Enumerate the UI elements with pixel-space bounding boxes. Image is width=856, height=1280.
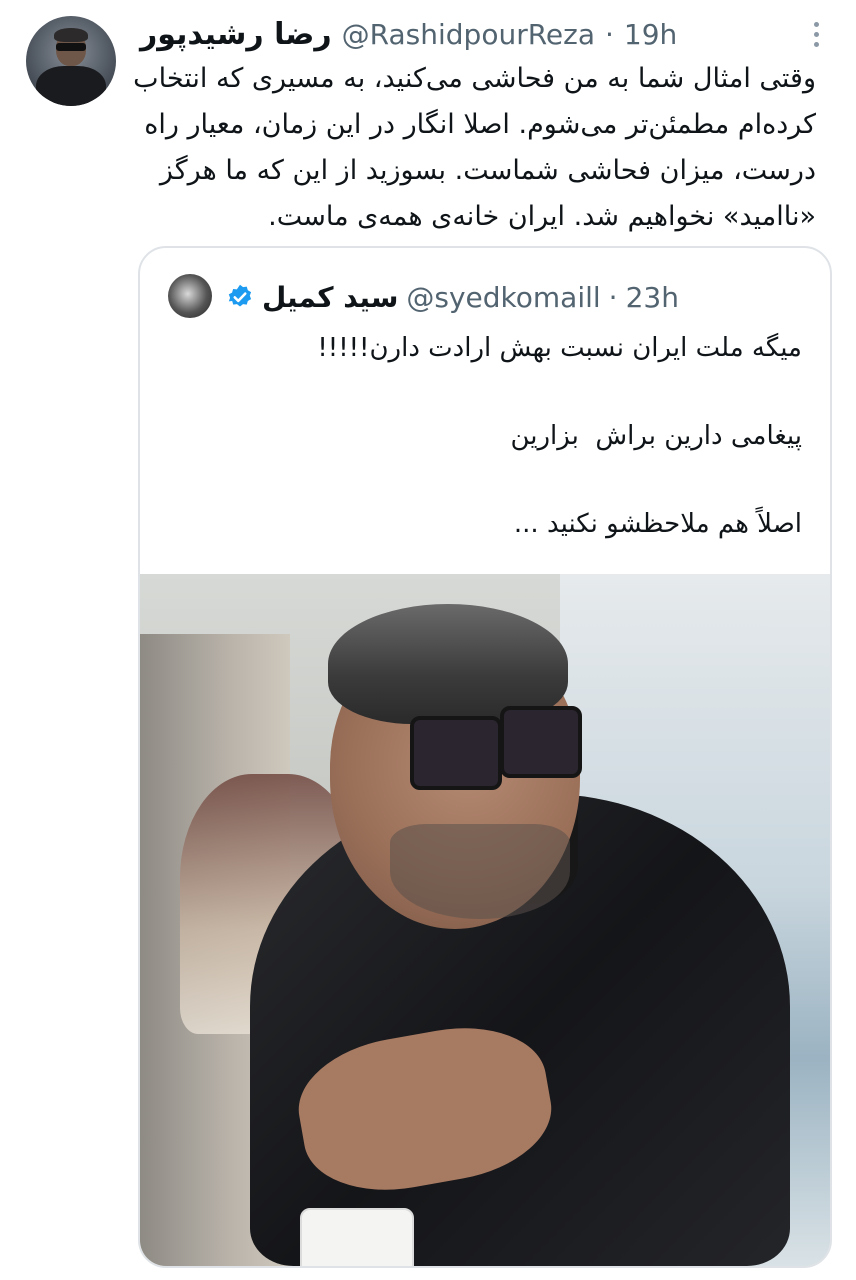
tweet-text: وقتی امثال شما به من فحاشی می‌کنید، به م… — [124, 63, 816, 232]
avatar-glasses — [56, 43, 86, 51]
quoted-tweet-header: سید کمیل @syedkomaill · 23h — [226, 272, 679, 322]
quoted-author-avatar[interactable] — [168, 274, 212, 318]
quoted-author-handle[interactable]: @syedkomaill — [406, 281, 600, 314]
avatar-hair — [54, 28, 88, 42]
quoted-author-name[interactable]: سید کمیل — [262, 281, 398, 314]
header-separator: · — [605, 17, 614, 51]
quoted-tweet-card[interactable]: سید کمیل @syedkomaill · 23h میگه ملت ایر… — [138, 246, 832, 1268]
tweet-time[interactable]: 19h — [624, 18, 677, 51]
tweet-header: رضا رشیدپور @RashidpourReza · 19h — [140, 14, 677, 54]
quoted-tweet-time[interactable]: 23h — [626, 281, 679, 314]
photo-beard — [390, 824, 570, 919]
avatar-jacket — [36, 66, 106, 106]
photo-sunglasses-left — [410, 716, 502, 790]
quoted-header-separator: · — [608, 280, 618, 314]
quoted-tweet-text: میگه ملت ایران نسبت بهش ارادت دارن!!!!! … — [317, 333, 802, 539]
author-avatar[interactable] — [26, 16, 116, 106]
more-vertical-icon[interactable] — [812, 22, 820, 52]
author-handle[interactable]: @RashidpourReza — [342, 18, 595, 51]
photo-coffee-cup — [300, 1208, 414, 1266]
photo-sunglasses-right — [500, 706, 582, 778]
verified-badge-icon — [228, 284, 252, 307]
quoted-tweet-photo[interactable] — [140, 574, 830, 1266]
author-name[interactable]: رضا رشیدپور — [140, 17, 332, 52]
